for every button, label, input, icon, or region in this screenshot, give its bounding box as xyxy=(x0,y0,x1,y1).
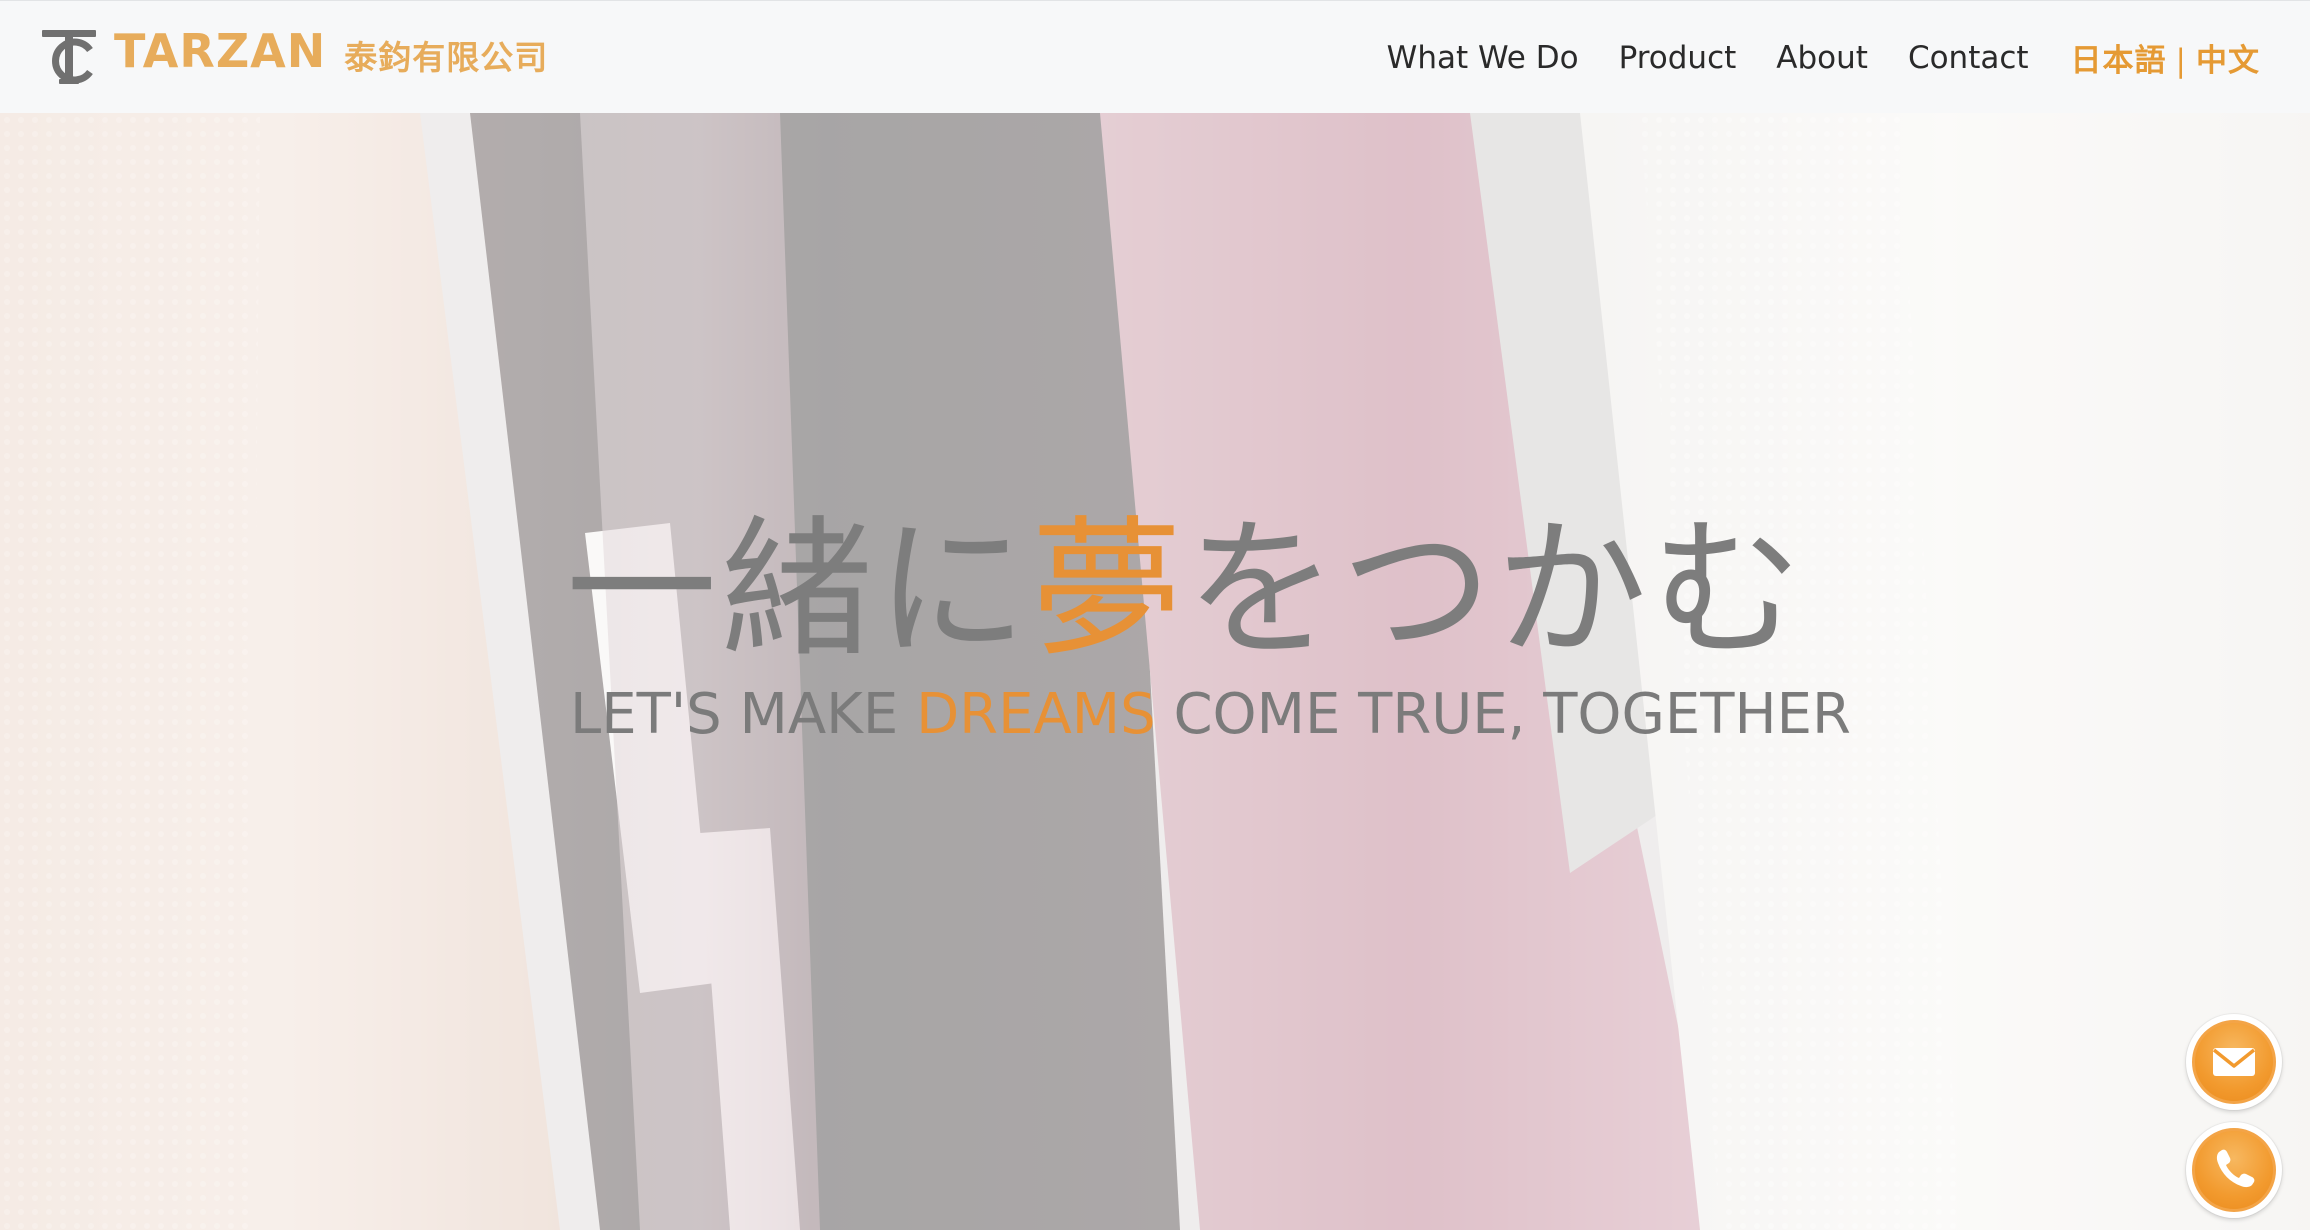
tagline-text-after: COME TRUE, TOGETHER xyxy=(1155,682,1851,747)
email-button[interactable] xyxy=(2186,1014,2282,1110)
hero-section: 一緒に夢をつかむ LET'S MAKE DREAMS COME TRUE, TO… xyxy=(0,113,2310,1230)
page: TARZAN 泰鈞有限公司 What We Do Product About C… xyxy=(0,0,2310,1230)
tagline-text-before: LET'S MAKE xyxy=(570,682,917,747)
lang-chinese[interactable]: 中文 xyxy=(2196,43,2260,79)
phone-button[interactable] xyxy=(2186,1122,2282,1218)
site-header: TARZAN 泰鈞有限公司 What We Do Product About C… xyxy=(0,0,2310,113)
lang-japanese[interactable]: 日本語 xyxy=(2071,43,2167,79)
headline-text-after: をつかむ xyxy=(1186,502,1807,678)
company-logo-icon xyxy=(42,30,96,84)
hero-tagline: LET'S MAKE DREAMS COME TRUE, TOGETHER xyxy=(570,679,1851,751)
envelope-icon xyxy=(2212,1048,2256,1076)
lang-separator: | xyxy=(2175,43,2187,79)
headline-accent: 夢 xyxy=(1031,502,1187,678)
nav-product[interactable]: Product xyxy=(1619,40,1737,76)
tagline-accent: DREAMS xyxy=(916,682,1156,747)
brand-logo-link[interactable]: TARZAN 泰鈞有限公司 xyxy=(38,23,548,91)
brand-subtitle: 泰鈞有限公司 xyxy=(344,38,549,77)
nav-about[interactable]: About xyxy=(1776,40,1868,76)
headline-text-before: 一緒に xyxy=(566,502,1032,678)
brand-name: TARZAN xyxy=(114,24,327,78)
hero-headline: 一緒に夢をつかむ xyxy=(566,505,1806,675)
nav-contact[interactable]: Contact xyxy=(1908,40,2029,76)
language-switcher: 日本語 | 中文 xyxy=(2071,35,2260,80)
phone-icon xyxy=(2216,1149,2255,1188)
main-nav: What We Do Product About Contact 日本語 | 中文 xyxy=(1347,35,2260,80)
nav-what-we-do[interactable]: What We Do xyxy=(1387,40,1579,76)
